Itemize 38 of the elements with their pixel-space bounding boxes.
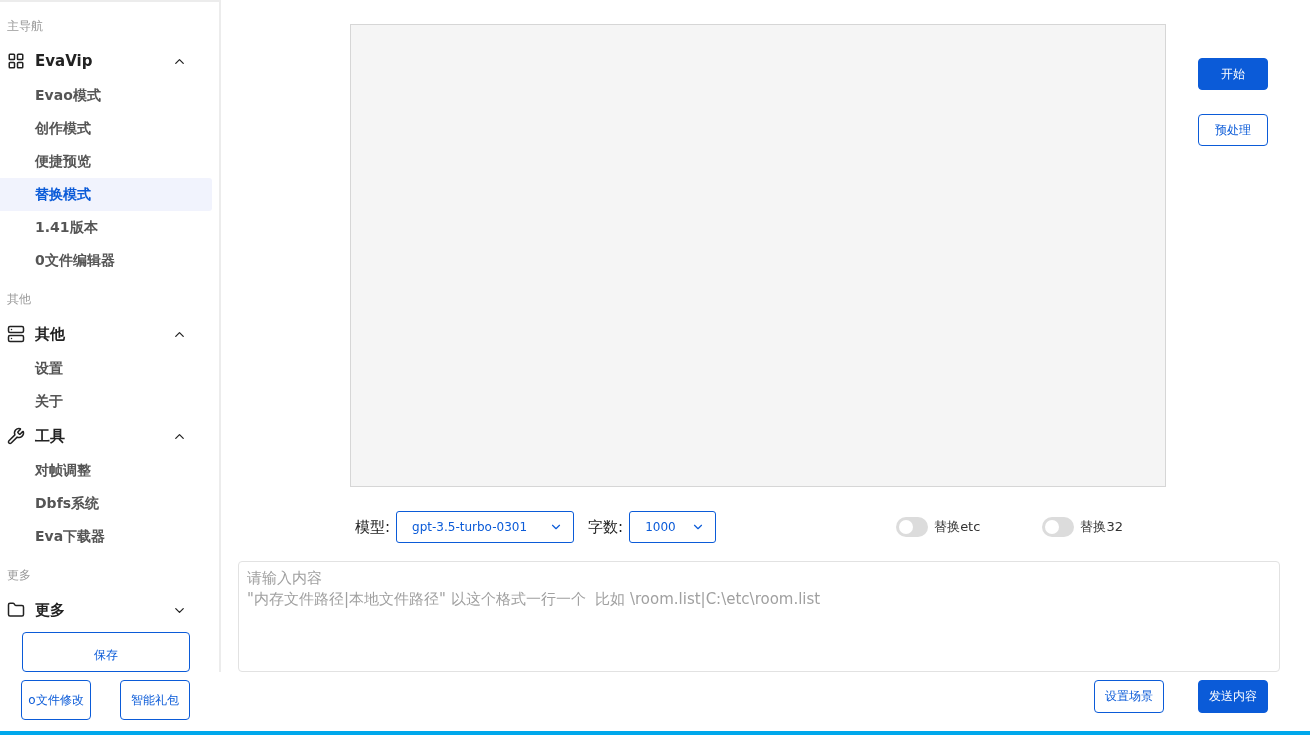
group-icon [7, 601, 25, 619]
section-header: 其他 [6, 291, 32, 308]
save-button[interactable]: 保存 [22, 632, 190, 672]
group-icon [7, 325, 25, 343]
count-select[interactable]: 1000 [629, 511, 717, 543]
nav-item[interactable]: 便捷预览 [0, 145, 212, 178]
sidebar-button[interactable]: o文件修改 [21, 680, 91, 720]
nav-group[interactable]: 更多 [0, 592, 219, 628]
section-header: 更多 [6, 567, 32, 584]
action-button[interactable]: 开始 [1198, 58, 1268, 90]
nav-item[interactable]: 对帧调整 [0, 454, 212, 487]
nav-item[interactable]: Evao模式 [0, 79, 212, 112]
nav-group[interactable]: 工具 [0, 418, 219, 454]
nav-item[interactable]: 替换模式 [0, 178, 212, 211]
nav-item[interactable]: Dbfs系统 [0, 487, 212, 520]
content-input[interactable]: 请输入内容 "内存文件路径|本地文件路径" 以这个格式一行一个 比如 \room.list|C:\etc\room.list [238, 561, 1280, 672]
nav-group[interactable]: EvaVip [0, 43, 219, 79]
nav-group[interactable]: 其他 [0, 316, 219, 352]
nav-item[interactable]: Eva下载器 [0, 520, 212, 553]
model-select[interactable]: gpt-3.5-turbo-0301 [396, 511, 575, 543]
action-button[interactable]: 设置场景 [1094, 680, 1164, 713]
toggle-switch[interactable] [896, 517, 929, 537]
nav-item[interactable]: 关于 [0, 385, 212, 418]
toggle-label: 替换etc [934, 518, 981, 536]
model-label: 模型: [355, 517, 391, 537]
action-button[interactable]: 预处理 [1198, 114, 1268, 146]
count-label: 字数: [588, 517, 624, 537]
nav-item[interactable]: 创作模式 [0, 112, 212, 145]
group-icon [7, 52, 25, 70]
nav-item[interactable]: 设置 [0, 352, 212, 385]
group-icon [7, 427, 25, 445]
toggle-label: 替换32 [1080, 518, 1123, 536]
toggle-switch[interactable] [1042, 517, 1075, 537]
sidebar-button[interactable]: 智能礼包 [120, 680, 190, 720]
section-header: 主导航 [6, 18, 44, 35]
nav-item[interactable]: 1.41版本 [0, 211, 212, 244]
action-button[interactable]: 发送内容 [1198, 680, 1268, 713]
nav-item[interactable]: 0文件编辑器 [0, 244, 212, 277]
